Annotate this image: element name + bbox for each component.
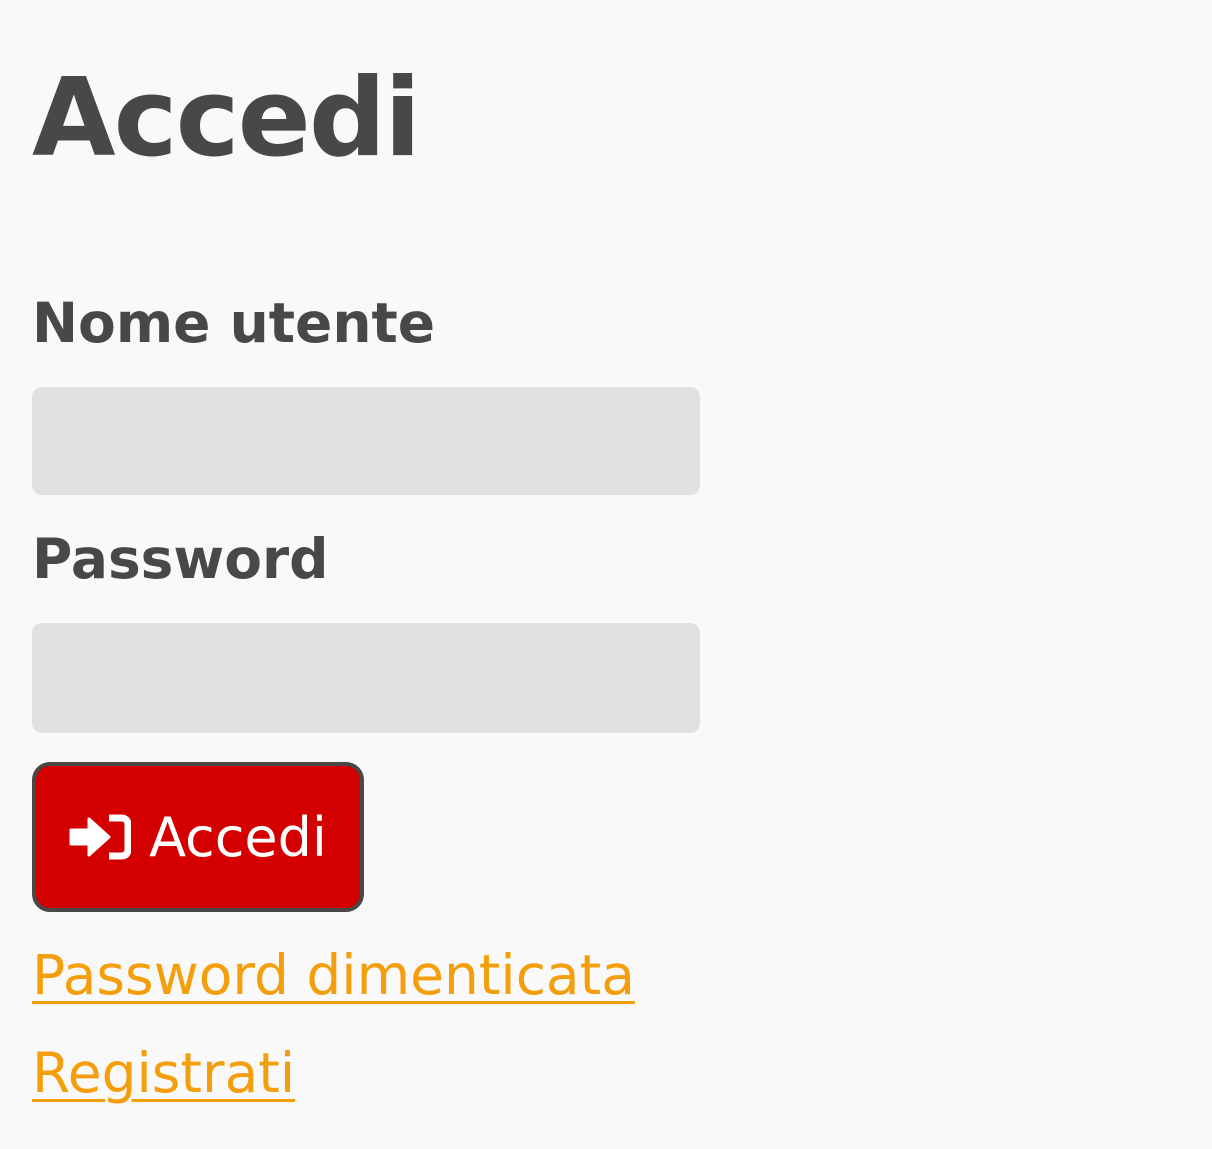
- username-field[interactable]: [32, 387, 700, 495]
- password-label: Password: [32, 527, 329, 591]
- page-title: Accedi: [32, 56, 421, 181]
- register-link[interactable]: Registrati: [32, 1046, 295, 1101]
- forgot-password-link[interactable]: Password dimenticata: [32, 948, 635, 1003]
- sign-in-icon: [69, 813, 132, 861]
- login-button[interactable]: Accedi: [32, 762, 364, 912]
- password-field[interactable]: [32, 623, 700, 733]
- username-label: Nome utente: [32, 291, 436, 355]
- login-button-label: Accedi: [149, 805, 327, 869]
